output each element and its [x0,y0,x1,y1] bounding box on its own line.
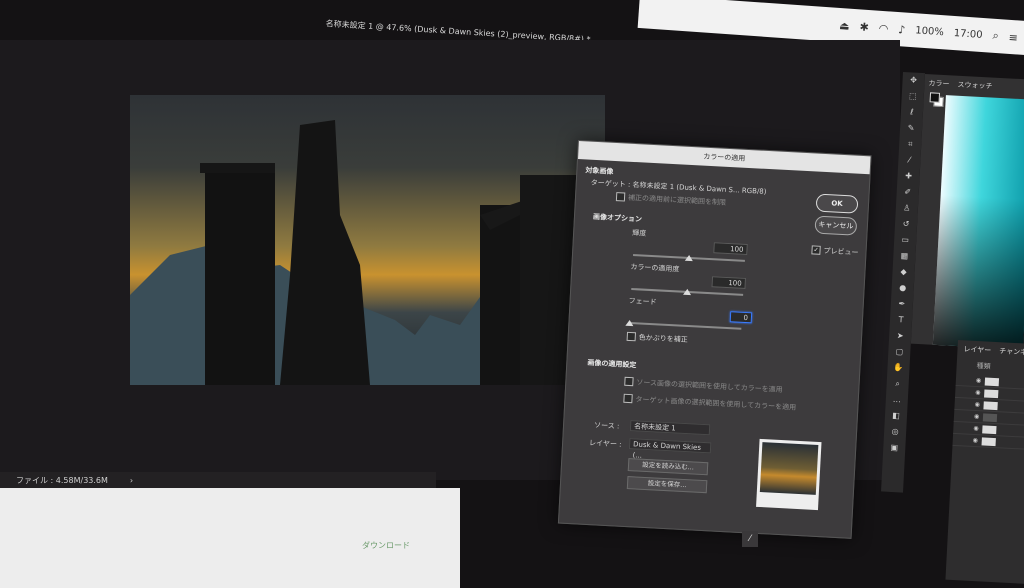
match-color-dialog: カラーの適用 対象画像 ターゲット : 名称未設定 1 (Dusk & Dawn… [557,140,872,539]
artwork-silhouettes [130,120,605,385]
lasso-tool-icon[interactable]: ℓ [900,104,923,121]
marquee-tool-icon[interactable]: ⬚ [901,88,924,105]
background-window: ダウンロード [0,488,460,588]
screen-mode-icon[interactable]: ▣ [883,439,906,456]
wifi-icon[interactable]: ◠ [878,21,888,35]
hand-tool-icon[interactable]: ✋ [887,360,910,377]
source-label: ソース : [593,421,620,431]
more-tools-icon[interactable]: … [885,392,908,409]
target-section-label: 対象画像 [585,166,614,176]
blur-tool-icon[interactable]: ◆ [892,264,915,281]
tab-swatches[interactable]: スウォッチ [957,80,992,92]
color-intensity-slider-thumb[interactable] [683,288,692,296]
extras-icon[interactable]: ⏏ [839,18,850,32]
use-target-selection-checkbox[interactable] [623,393,633,404]
layer-row[interactable]: ◉ [952,433,1024,451]
preview-checkbox[interactable]: ✓ [811,245,821,255]
status-bar: ファイル : 4.58M/33.6M › [0,472,436,488]
source-select[interactable]: 名称未設定 1 [629,420,711,436]
volume-icon[interactable]: ♪ [898,23,906,36]
layer-label: レイヤー : [588,439,622,449]
status-arrow[interactable]: › [130,476,133,485]
color-panel: カラー スウォッチ [910,74,1024,350]
fade-label: フェード [628,296,657,307]
shape-tool-icon[interactable]: ▢ [888,344,911,361]
ok-button[interactable]: OK [815,193,859,214]
eye-icon[interactable]: ◉ [974,413,980,420]
history-brush-tool-icon[interactable]: ↺ [895,216,918,233]
artwork-image[interactable] [130,95,605,385]
gradient-tool-icon[interactable]: ▦ [893,248,916,265]
foreground-background-icon[interactable]: ◧ [885,408,908,425]
tab-color[interactable]: カラー [928,78,949,89]
luminance-slider-thumb[interactable] [684,254,694,262]
source-thumbnail [756,438,822,511]
eraser-tool-icon[interactable]: ▭ [894,232,917,249]
eye-icon[interactable]: ◉ [974,401,980,408]
tab-layers[interactable]: レイヤー [963,344,991,355]
layer-select-value: Dusk & Dawn Skies (... [632,440,702,460]
save-statistics-button[interactable]: 設定を保存... [626,476,708,494]
clock[interactable]: 17:00 [953,27,983,40]
use-source-selection-label: ソース画像の選択範囲を使用してカラーを適用 [636,378,783,395]
menu-list-icon[interactable]: ≡ [1008,30,1018,44]
color-intensity-field[interactable]: 100 [711,276,747,289]
background-window-label: ダウンロード [362,541,410,550]
quick-select-tool-icon[interactable]: ✎ [900,120,923,137]
quick-mask-icon[interactable]: ◎ [884,424,907,441]
zoom-tool-icon[interactable]: ⌕ [886,376,909,393]
battery-level[interactable]: 100% [915,25,944,38]
type-tool-icon[interactable]: T [890,312,913,329]
color-intensity-label: カラーの適用度 [630,262,680,274]
fade-slider-track[interactable] [629,321,742,330]
fade-field[interactable]: 0 [729,311,753,324]
eye-icon[interactable]: ◉ [976,377,982,384]
image-statistics-section: 画像の適用設定 [587,358,637,370]
foreground-background-swatch[interactable] [929,92,944,108]
healing-tool-icon[interactable]: ✚ [897,168,920,185]
search-icon[interactable]: ⌕ [992,29,999,43]
move-tool-icon[interactable]: ✥ [902,72,925,89]
load-statistics-button[interactable]: 設定を読み込む... [627,458,709,476]
eyedropper-cursor-icon: ⁄ [742,531,758,547]
path-select-tool-icon[interactable]: ➤ [889,328,912,345]
tab-channels[interactable]: チャンネル [999,346,1024,358]
limit-selection-label: 補正の適用前に選択範囲を制限 [627,193,727,207]
file-info: ファイル : 4.58M/33.6M [16,475,108,485]
use-target-selection-label: ターゲット画像の選択範囲を使用してカラーを適用 [635,395,797,412]
fade-slider-thumb[interactable] [625,319,634,327]
layers-panel: レイヤー チャンネル 種類 ◉ ◉ ◉ ◉ ◉ ◉ [945,340,1024,584]
eye-icon[interactable]: ◉ [973,425,979,432]
luminance-field[interactable]: 100 [713,242,748,256]
eyedropper-tool-icon[interactable]: ⁄ [898,152,921,169]
luminance-label: 輝度 [631,228,647,238]
stamp-tool-icon[interactable]: ♙ [895,200,918,217]
preview-label: プレビュー [823,247,859,257]
cancel-button[interactable]: キャンセル [814,215,858,236]
limit-selection-checkbox[interactable] [615,192,626,202]
eye-icon[interactable]: ◉ [973,437,979,444]
neutralize-checkbox[interactable] [626,331,637,342]
source-select-value: 名称未設定 1 [633,422,676,433]
dodge-tool-icon[interactable]: ● [891,280,914,297]
layer-select[interactable]: Dusk & Dawn Skies (... [628,438,712,460]
color-picker-shade [932,95,1024,350]
pen-tool-icon[interactable]: ✒ [890,296,913,313]
crop-tool-icon[interactable]: ⌗ [899,136,922,153]
neutralize-label: 色かぶりを補正 [638,333,688,345]
eye-icon[interactable]: ◉ [975,389,981,396]
bluetooth-icon[interactable]: ✱ [859,20,869,34]
image-options-section: 画像オプション [592,212,643,224]
use-source-selection-checkbox[interactable] [624,376,634,387]
brush-tool-icon[interactable]: ✐ [896,184,919,201]
